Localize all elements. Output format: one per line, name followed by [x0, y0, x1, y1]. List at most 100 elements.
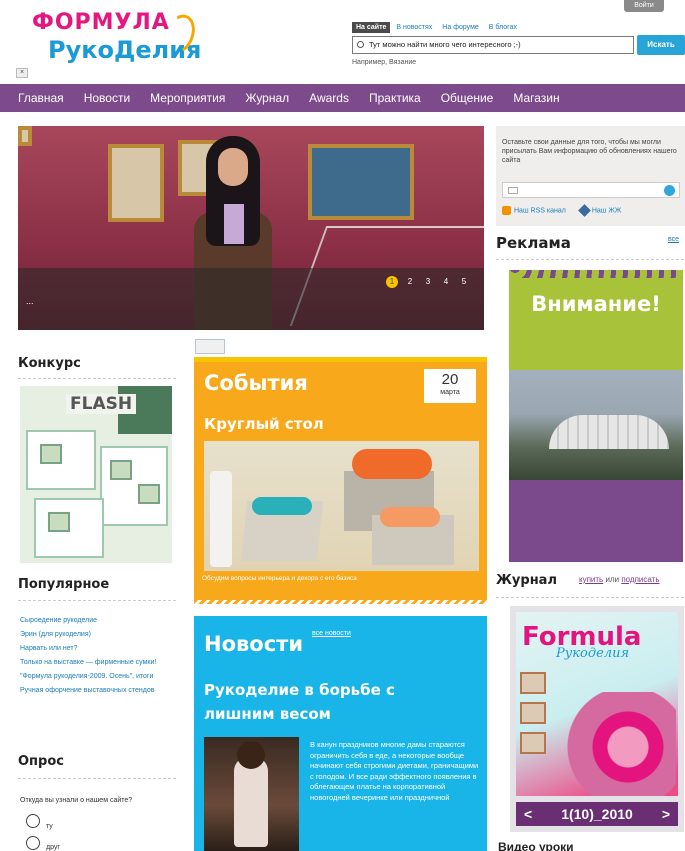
- rss-link-label: Наш RSS канал: [514, 207, 566, 215]
- journal-widget: Formula Рукоделия < 1(10)_2010 >: [510, 606, 684, 832]
- news-headline[interactable]: Рукоделие в борьбе с лишним весом: [204, 678, 464, 726]
- poll-option-label: ту: [46, 823, 53, 830]
- popular-link[interactable]: Сыроедение рукоделие: [20, 616, 176, 625]
- nav-item-shop[interactable]: Магазин: [513, 91, 559, 105]
- ads-all-link[interactable]: все: [668, 236, 679, 243]
- subscribe-text: Оставьте свои данные для того, чтобы мы …: [502, 139, 677, 164]
- popular-link[interactable]: Ручная офорчение выставочных стендов: [20, 686, 176, 695]
- cover-subtitle: Рукоделия: [556, 646, 630, 661]
- nav-item-awards[interactable]: Awards: [309, 91, 349, 105]
- news-photo-figure: [234, 757, 268, 847]
- edit-block-button[interactable]: [195, 339, 225, 354]
- poll-option-radio[interactable]: [26, 836, 40, 850]
- event-photo[interactable]: [204, 441, 479, 571]
- event-date-day: 20: [441, 371, 459, 388]
- hero-frame: [18, 126, 32, 146]
- journal-buy-link[interactable]: купить: [579, 575, 603, 584]
- poll-question: Откуда вы узнали о нашем сайте?: [20, 797, 133, 804]
- event-caption: Обсудим вопросы интерьера и декора с его…: [202, 575, 357, 582]
- ad-tent: [549, 415, 669, 449]
- livejournal-icon: [577, 204, 591, 217]
- nav-item-community[interactable]: Общение: [441, 91, 494, 105]
- event-title[interactable]: Круглый стол: [204, 415, 324, 433]
- popular-link[interactable]: Эрин (для рукоделия): [20, 630, 176, 639]
- event-oranges: [352, 449, 432, 479]
- issue-number: 1(10)_2010: [561, 806, 633, 822]
- event-vase: [210, 471, 232, 567]
- news-photo[interactable]: [204, 737, 299, 851]
- slide-dot[interactable]: 4: [440, 276, 452, 288]
- event-candies: [380, 507, 440, 527]
- search-hint: Например, Вязание: [352, 59, 417, 66]
- poll-heading: Опрос: [18, 754, 64, 769]
- popular-link[interactable]: Нарвать или нет?: [20, 644, 176, 653]
- nav-item-events[interactable]: Мероприятия: [150, 91, 225, 105]
- cover-thumb: [520, 672, 546, 694]
- ad-wave: [509, 270, 683, 278]
- banner-photo: [138, 484, 160, 504]
- search-tab-blogs[interactable]: В блогах: [485, 22, 521, 33]
- news-excerpt: В канун праздников многие дамы стараются…: [310, 740, 479, 802]
- search-tab-forum[interactable]: На форуме: [438, 22, 483, 33]
- search-input[interactable]: Тут можно найти много чего интересного ;…: [352, 36, 634, 54]
- divider: [496, 259, 685, 260]
- next-issue-button[interactable]: >: [662, 806, 670, 822]
- nav-item-news[interactable]: Новости: [84, 91, 130, 105]
- lj-link-label: Наш ЖЖ: [591, 207, 622, 215]
- events-heading: События: [204, 371, 308, 395]
- slide-dot[interactable]: 5: [458, 276, 470, 288]
- divider: [496, 597, 685, 598]
- hero-slider[interactable]: 1 2 3 4 5 ...: [18, 126, 484, 330]
- events-block[interactable]: События 20 марта Круглый стол Обсудим во…: [194, 357, 487, 604]
- search-button[interactable]: Искать: [637, 35, 685, 55]
- hero-frame: [108, 144, 164, 222]
- contest-banner[interactable]: FLASH: [20, 386, 172, 563]
- all-news-link[interactable]: все новости: [312, 630, 351, 637]
- subscribe-submit-button[interactable]: [664, 185, 675, 196]
- email-field[interactable]: [502, 182, 680, 198]
- journal-heading: Журнал: [496, 573, 557, 588]
- ad-banner[interactable]: Внимание!: [509, 270, 683, 562]
- slider-pagination: 1 2 3 4 5: [386, 276, 470, 288]
- divider: [18, 378, 176, 379]
- news-block: Новости все новости Рукоделие в борьбе с…: [194, 616, 487, 851]
- slide-dot[interactable]: 3: [422, 276, 434, 288]
- site-header: ФОРМУЛА РукоДелия Войти На сайте В новос…: [0, 0, 685, 82]
- slide-dot[interactable]: 2: [404, 276, 416, 288]
- nav-item-home[interactable]: Главная: [18, 91, 64, 105]
- rss-link[interactable]: Наш RSS канал: [502, 206, 566, 215]
- banner-photo: [40, 444, 62, 464]
- envelope-icon: [508, 187, 518, 194]
- divider: [18, 778, 176, 779]
- journal-links: купить или подписать: [579, 575, 660, 584]
- search-icon: [357, 41, 364, 48]
- slide-dot[interactable]: 1: [386, 276, 398, 288]
- lj-link[interactable]: Наш ЖЖ: [577, 204, 622, 217]
- prev-issue-button[interactable]: <: [524, 806, 532, 822]
- events-top-stripe: [194, 357, 487, 362]
- hero-caption[interactable]: ...: [26, 296, 34, 306]
- journal-cover[interactable]: Formula Рукоделия: [516, 612, 678, 796]
- contest-banner-label: FLASH: [66, 394, 137, 414]
- login-button[interactable]: Войти: [624, 0, 664, 12]
- journal-subscribe-link[interactable]: подписать: [621, 575, 659, 584]
- main-nav: Главная Новости Мероприятия Журнал Award…: [0, 84, 685, 112]
- news-heading: Новости: [204, 632, 304, 656]
- rss-icon: [502, 206, 511, 215]
- cover-artwork: [556, 692, 676, 796]
- search-tab-site[interactable]: На сайте: [352, 22, 391, 33]
- banner-photo: [48, 512, 70, 532]
- ads-heading: Реклама: [496, 234, 571, 252]
- journal-or-text: или: [605, 575, 620, 584]
- banner-photo: [110, 460, 132, 480]
- ad-heading: Внимание!: [531, 292, 661, 316]
- nav-item-journal[interactable]: Журнал: [245, 91, 289, 105]
- poll-option-radio[interactable]: [26, 814, 40, 828]
- nav-item-practice[interactable]: Практика: [369, 91, 421, 105]
- search-tab-news[interactable]: В новостях: [392, 22, 436, 33]
- collapse-button[interactable]: ×: [16, 68, 28, 78]
- popular-link[interactable]: "Формула рукоделия-2009. Осень", итоги: [20, 672, 176, 681]
- popular-link[interactable]: Только на выставке — фирменные сумки!: [20, 658, 176, 667]
- divider: [18, 600, 176, 601]
- site-logo[interactable]: ФОРМУЛА РукоДелия: [28, 8, 201, 70]
